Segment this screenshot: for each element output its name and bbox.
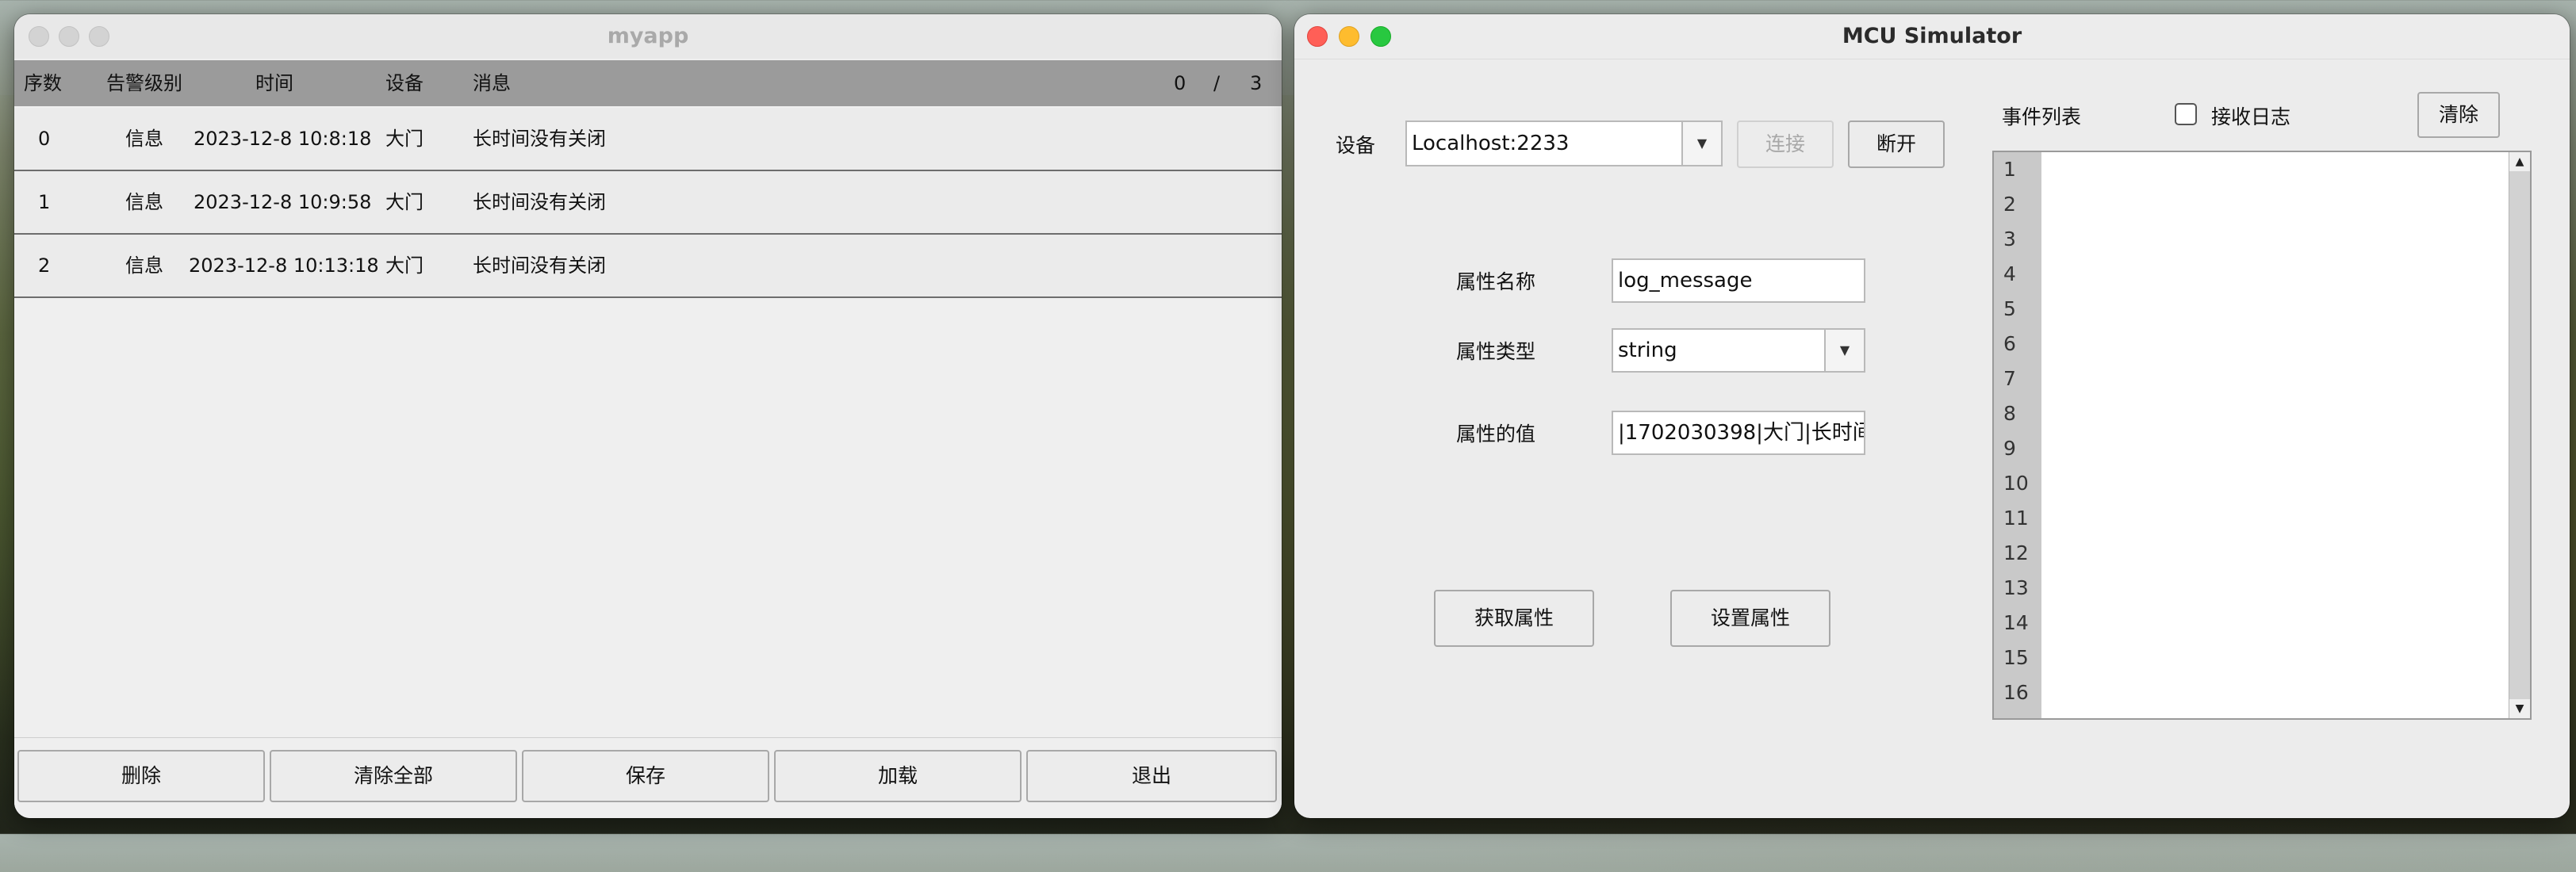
window-title: myapp <box>607 24 689 48</box>
cell-index: 1 <box>38 191 51 213</box>
cell-device: 大门 <box>385 128 424 150</box>
clear-all-button[interactable]: 清除全部 <box>270 750 517 802</box>
line-number: 8 <box>2003 402 2016 425</box>
table-row[interactable]: 1 信息 2023-12-8 10:9:58 大门 长时间没有关闭 <box>14 171 1282 235</box>
line-number: 7 <box>2003 367 2016 390</box>
receive-log-checkbox[interactable] <box>2175 103 2197 125</box>
line-number: 4 <box>2003 262 2016 285</box>
table-row[interactable]: 0 信息 2023-12-8 10:8:18 大门 长时间没有关闭 <box>14 108 1282 171</box>
prop-name-input[interactable]: log_message <box>1612 258 1865 303</box>
scroll-up-icon[interactable]: ▲ <box>2509 152 2530 171</box>
prop-type-label: 属性类型 <box>1456 340 1536 363</box>
line-number: 11 <box>2003 507 2029 530</box>
line-number: 12 <box>2003 541 2029 564</box>
device-combobox[interactable]: Localhost:2233 ▼ <box>1405 120 1723 166</box>
save-button[interactable]: 保存 <box>522 750 769 802</box>
disconnect-button[interactable]: 断开 <box>1848 120 1945 168</box>
page-total: 3 <box>1250 72 1263 94</box>
cell-device: 大门 <box>385 191 424 213</box>
event-log-textarea[interactable]: 1 2 3 4 5 6 7 8 9 10 11 12 13 14 15 16 1… <box>1992 151 2532 720</box>
cell-time: 2023-12-8 10:13:18 <box>189 254 379 277</box>
chevron-down-icon[interactable]: ▼ <box>1681 122 1721 165</box>
mcu-simulator-window: MCU Simulator 设备 Localhost:2233 ▼ 连接 断开 … <box>1294 14 2570 818</box>
cell-message: 长时间没有关闭 <box>473 254 606 277</box>
set-property-button[interactable]: 设置属性 <box>1670 590 1830 647</box>
line-number: 5 <box>2003 297 2016 320</box>
get-property-button[interactable]: 获取属性 <box>1434 590 1594 647</box>
cell-time: 2023-12-8 10:8:18 <box>194 128 372 150</box>
mcu-titlebar[interactable]: MCU Simulator <box>1294 14 2570 59</box>
receive-log-label[interactable]: 接收日志 <box>2211 101 2290 130</box>
prop-type-combobox[interactable]: string ▼ <box>1612 328 1865 373</box>
line-number: 15 <box>2003 646 2029 669</box>
line-number: 17 <box>1994 710 2041 718</box>
cell-level: 信息 <box>125 128 163 150</box>
exit-button[interactable]: 退出 <box>1026 750 1277 802</box>
myapp-window: myapp 序数 告警级别 时间 设备 消息 0 / 3 0 信息 2023-1… <box>14 14 1282 818</box>
line-number: 6 <box>2003 332 2016 355</box>
myapp-titlebar[interactable]: myapp <box>14 14 1282 59</box>
line-number: 2 <box>2003 193 2016 216</box>
chevron-down-icon[interactable]: ▼ <box>1824 330 1864 371</box>
cell-index: 2 <box>38 254 51 277</box>
header-message[interactable]: 消息 <box>473 60 511 106</box>
cell-message: 长时间没有关闭 <box>473 128 606 150</box>
table-header: 序数 告警级别 时间 设备 消息 0 / 3 <box>14 60 1282 106</box>
header-device[interactable]: 设备 <box>385 60 424 106</box>
clear-button[interactable]: 清除 <box>2417 92 2500 138</box>
line-number: 13 <box>2003 576 2029 599</box>
header-time[interactable]: 时间 <box>255 60 293 106</box>
cell-level: 信息 <box>125 191 163 213</box>
cell-level: 信息 <box>125 254 163 277</box>
event-list-label: 事件列表 <box>2002 105 2082 128</box>
prop-value-label: 属性的值 <box>1456 423 1536 446</box>
header-level[interactable]: 告警级别 <box>106 60 182 106</box>
window-title: MCU Simulator <box>1842 24 2022 48</box>
line-number: 3 <box>2003 228 2016 251</box>
prop-type-value: string <box>1618 338 1677 362</box>
connect-button[interactable]: 连接 <box>1737 120 1834 168</box>
scroll-down-icon[interactable]: ▼ <box>2509 699 2530 718</box>
header-index[interactable]: 序数 <box>24 60 62 106</box>
page-separator: / <box>1213 72 1221 94</box>
line-number: 16 <box>2003 681 2029 704</box>
table-row[interactable]: 2 信息 2023-12-8 10:13:18 大门 长时间没有关闭 <box>14 235 1282 298</box>
line-number: 10 <box>2003 472 2029 495</box>
line-number: 14 <box>2003 611 2029 634</box>
device-value: Localhost:2233 <box>1412 132 1570 155</box>
cell-time: 2023-12-8 10:9:58 <box>194 191 372 213</box>
load-button[interactable]: 加载 <box>774 750 1022 802</box>
delete-button[interactable]: 删除 <box>17 750 265 802</box>
page-current: 0 <box>1174 72 1186 94</box>
log-scrollbar[interactable]: ▲ ▼ <box>2509 152 2530 718</box>
prop-name-label: 属性名称 <box>1456 270 1536 293</box>
line-number: 1 <box>2003 158 2016 181</box>
device-label: 设备 <box>1336 134 1376 157</box>
cell-message: 长时间没有关闭 <box>473 191 606 213</box>
line-number-gutter: 1 2 3 4 5 6 7 8 9 10 11 12 13 14 15 16 1… <box>1994 152 2041 718</box>
cell-device: 大门 <box>385 254 424 277</box>
prop-value-input[interactable]: |1702030398|大门|长时间 <box>1612 411 1865 455</box>
cell-index: 0 <box>38 128 51 150</box>
line-number: 9 <box>2003 437 2016 460</box>
